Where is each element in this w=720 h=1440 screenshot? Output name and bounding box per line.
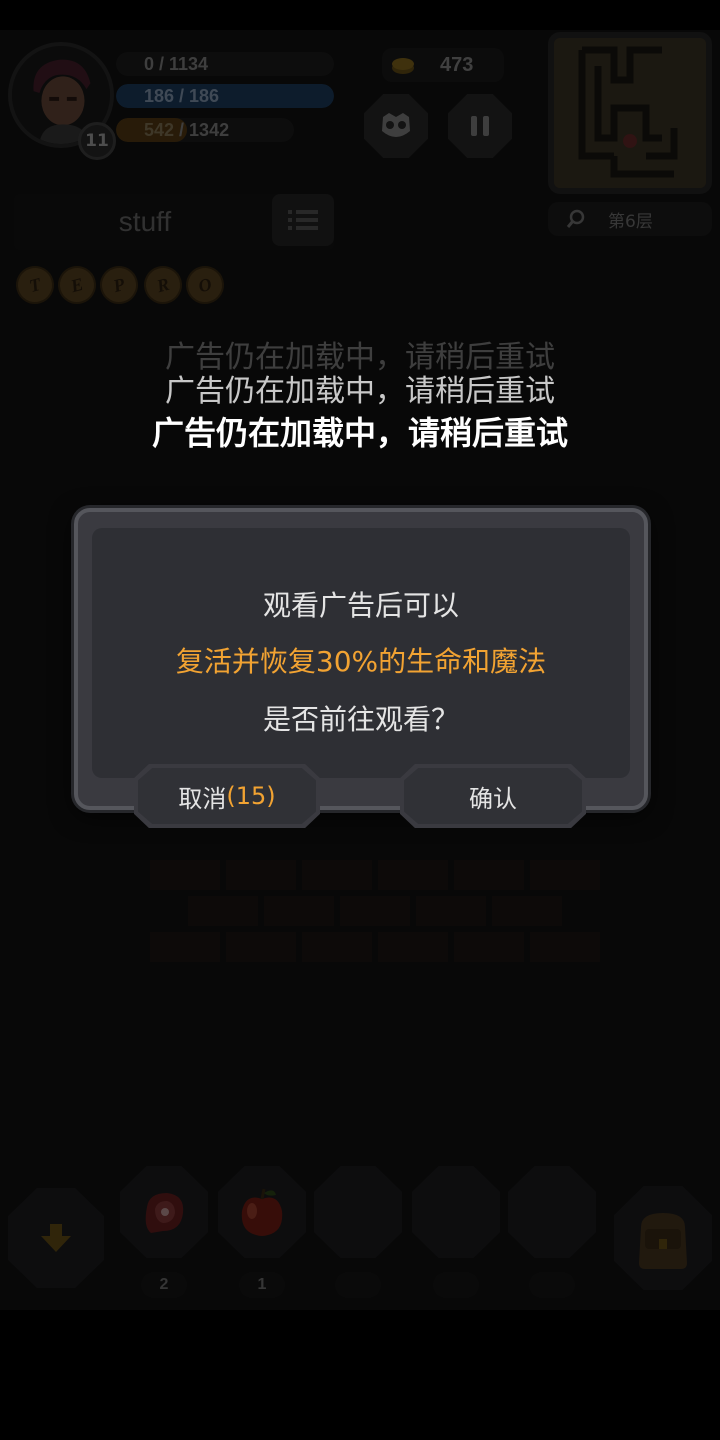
minimap[interactable] xyxy=(548,32,712,194)
gold-counter: 473 xyxy=(382,48,504,82)
hotbar-slot-4[interactable] xyxy=(412,1166,500,1258)
list-button[interactable] xyxy=(272,194,334,246)
rune-3: P xyxy=(95,261,143,309)
dialog-line-2: 复活并恢复30%的生命和魔法 xyxy=(175,645,547,678)
hp-text: 186 / 186 xyxy=(144,85,220,106)
hotbar-slot-5[interactable] xyxy=(508,1166,596,1258)
hotbar-slot-2[interactable] xyxy=(218,1166,306,1258)
confirm-button[interactable]: 确认 xyxy=(400,764,586,828)
pause-button[interactable] xyxy=(448,94,512,158)
hp-bar: 186 / 186 xyxy=(116,84,334,108)
mp-current: 542 xyxy=(144,119,175,140)
dialog-line-1: 观看广告后可以 xyxy=(262,589,459,622)
confirm-label: 确认 xyxy=(469,784,517,813)
toast-message-mid: 广告仍在加载中，请稍后重试 xyxy=(165,374,555,409)
brick-wall-icon xyxy=(150,860,600,962)
arrow-down-icon xyxy=(41,1224,71,1252)
apple-icon xyxy=(241,1188,283,1236)
toast-message: 广告仍在加载中，请稍后重试 xyxy=(151,414,568,452)
cancel-button[interactable]: 取消 (15) xyxy=(134,764,320,828)
slot-1-count: 2 xyxy=(141,1272,187,1298)
floor-indicator[interactable]: 第6层 xyxy=(548,202,712,236)
xp-bar: 0 / 1134 xyxy=(116,52,334,76)
dialog-line-3: 是否前往观看？ xyxy=(262,703,459,736)
dungeon-wall xyxy=(150,860,610,1020)
backpack-icon xyxy=(639,1213,687,1269)
slot-3-count xyxy=(335,1272,381,1298)
game-screen: 11 0 / 1134 186 / 186 542 / 1342 473 第6层… xyxy=(0,30,720,1310)
meat-icon xyxy=(145,1193,184,1233)
minimap-layout-icon xyxy=(554,38,706,188)
search-icon xyxy=(566,209,585,228)
xp-text: 0 / 1134 xyxy=(144,53,209,74)
owl-icon xyxy=(382,113,410,137)
hotbar-slot-3[interactable] xyxy=(314,1166,402,1258)
floor-label: 第6层 xyxy=(608,211,653,232)
rune-4: R xyxy=(139,261,187,309)
list-icon xyxy=(288,210,318,230)
rune-5: O xyxy=(181,261,229,309)
cancel-label: 取消 xyxy=(178,784,227,813)
mp-text: 542 / 1342 xyxy=(144,120,229,141)
mp-total: / 1342 xyxy=(174,119,230,140)
gold-amount: 473 xyxy=(440,53,474,76)
stuff-label: stuff xyxy=(118,206,172,237)
inventory-bag-button[interactable] xyxy=(614,1186,712,1290)
rune-2: E xyxy=(53,261,101,309)
descend-button[interactable] xyxy=(8,1188,104,1288)
pause-icon xyxy=(471,116,489,136)
slot-4-count xyxy=(433,1272,479,1298)
pet-button[interactable] xyxy=(364,94,428,158)
level-badge: 11 xyxy=(78,122,116,160)
cancel-countdown: (15) xyxy=(226,782,276,810)
dialog-body: 观看广告后可以 复活并恢复30%的生命和魔法 是否前往观看？ xyxy=(92,528,630,778)
hotbar-slot-1[interactable] xyxy=(120,1166,208,1258)
gold-coin-icon xyxy=(392,58,414,74)
slot-2-count: 1 xyxy=(239,1272,285,1298)
slot-5-count xyxy=(529,1272,575,1298)
mp-bar: 542 / 1342 xyxy=(116,118,294,142)
rune-1: T xyxy=(11,261,59,309)
